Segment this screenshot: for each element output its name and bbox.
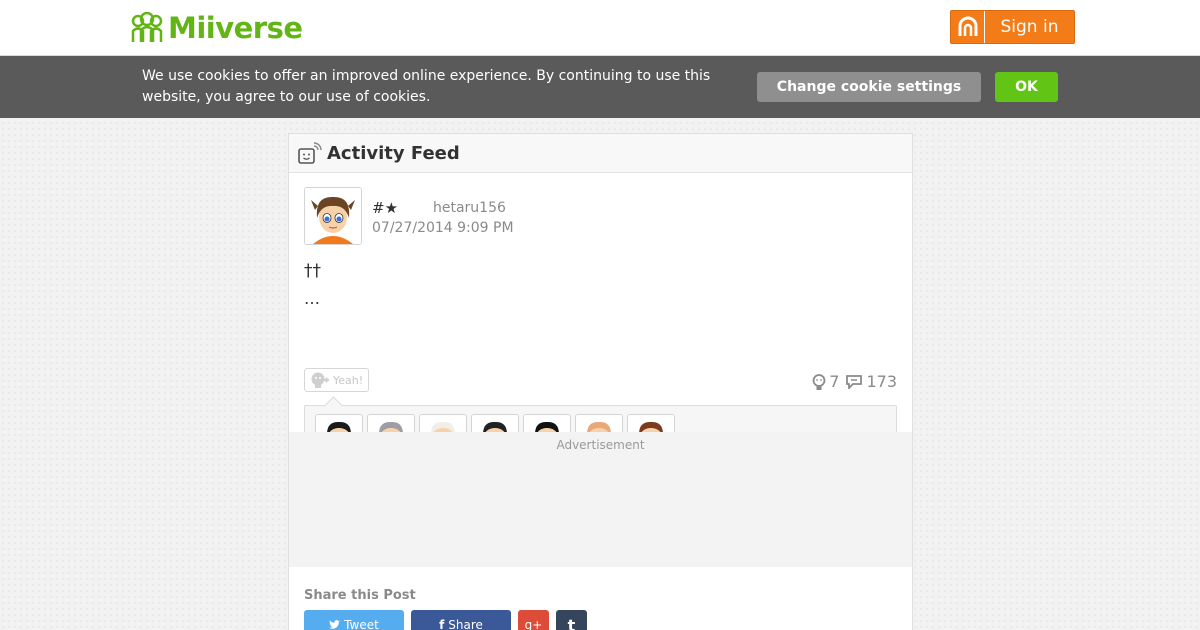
- logo-text: Miiverse: [168, 11, 303, 45]
- miiverse-mascot-icon: [131, 12, 163, 42]
- tumblr-icon: t: [567, 615, 576, 630]
- reply-count-value: 173: [866, 372, 897, 391]
- change-cookie-settings-button[interactable]: Change cookie settings: [757, 72, 981, 102]
- activity-feed-icon: [298, 142, 322, 164]
- google-plus-icon: g+: [524, 618, 543, 630]
- sign-in-label: Sign in: [1000, 17, 1059, 37]
- panel-header: Activity Feed: [289, 134, 912, 173]
- share-buttons: Tweet f Share g+ t: [304, 610, 587, 630]
- yeah-button[interactable]: Yeah!: [304, 368, 369, 392]
- post-card: #★ hetaru156 07/27/2014 9:09 PM †† … Yea…: [289, 173, 912, 471]
- user-id[interactable]: hetaru156: [433, 200, 506, 216]
- activity-feed-panel: Activity Feed #★ hetaru156 07/27/2014 9:…: [288, 133, 913, 630]
- yeah-icon: [311, 372, 329, 388]
- post-body-line-1: ††: [304, 261, 321, 281]
- post-stats: 7 173: [812, 372, 897, 391]
- tweet-label: Tweet: [344, 618, 379, 630]
- google-plus-share-button[interactable]: g+: [518, 610, 549, 630]
- page-title: Activity Feed: [327, 142, 460, 164]
- facebook-icon: f: [439, 618, 445, 630]
- reply-icon: [846, 375, 863, 389]
- empathy-count-value: 7: [829, 372, 840, 391]
- advertisement-label: Advertisement: [556, 438, 645, 452]
- facebook-share-label: Share: [448, 618, 483, 630]
- user-screen-name[interactable]: #★: [372, 199, 398, 217]
- nintendo-network-icon: [951, 11, 985, 43]
- site-header: Miiverse Sign in: [0, 0, 1200, 56]
- tumblr-share-button[interactable]: t: [556, 610, 587, 630]
- miiverse-logo[interactable]: Miiverse: [130, 11, 303, 45]
- empathy-count[interactable]: 7: [812, 372, 839, 391]
- sign-in-button[interactable]: Sign in: [950, 10, 1075, 44]
- post-body-line-2: …: [304, 289, 320, 308]
- empathy-icon: [812, 373, 826, 390]
- cookie-message: We use cookies to offer an improved onli…: [142, 68, 711, 105]
- facebook-share-button[interactable]: f Share: [411, 610, 511, 630]
- share-section: Share this Post Tweet f Share g+ t: [304, 588, 587, 630]
- share-title: Share this Post: [304, 588, 416, 603]
- reply-count[interactable]: 173: [845, 372, 897, 391]
- cookie-banner: We use cookies to offer an improved onli…: [0, 56, 1200, 118]
- advertisement-area: Advertisement: [289, 432, 912, 567]
- user-avatar[interactable]: [304, 187, 362, 245]
- tweet-button[interactable]: Tweet: [304, 610, 404, 630]
- twitter-icon: [329, 620, 341, 629]
- post-timestamp[interactable]: 07/27/2014 9:09 PM: [372, 220, 514, 236]
- yeah-label: Yeah!: [333, 373, 364, 387]
- cookie-ok-button[interactable]: OK: [995, 72, 1058, 102]
